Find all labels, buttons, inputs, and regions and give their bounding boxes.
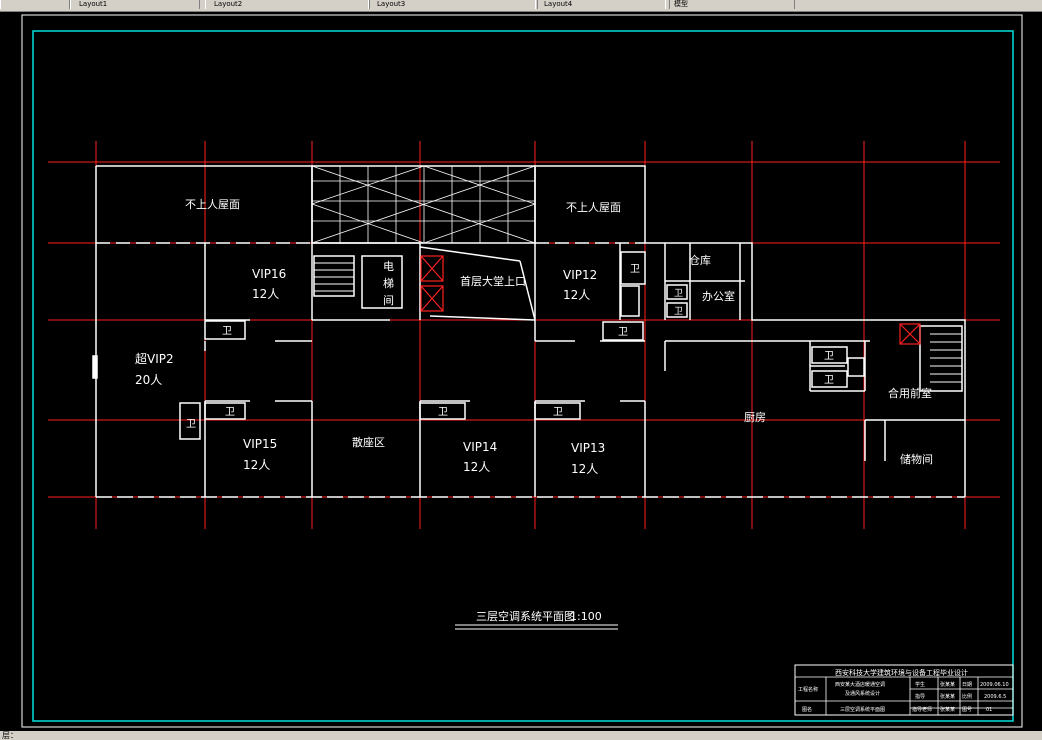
drawing-title: 三层空调系统平面图	[476, 609, 575, 623]
tab-layout-4[interactable]: Layout4	[535, 0, 670, 9]
duct-shafts	[420, 255, 921, 345]
drawing-title-group: 三层空调系统平面图 1:100	[455, 609, 618, 630]
status-text: 层：	[2, 731, 18, 740]
drawing-scale: 1:100	[570, 610, 602, 623]
tb-r3-c3: 图号	[962, 707, 972, 713]
tb-r2-c3: 比例	[962, 693, 972, 700]
tab-model-nav[interactable]	[0, 0, 70, 9]
label-wc: 卫	[222, 326, 232, 337]
label-warehouse: 仓库	[689, 253, 711, 267]
elevator-shaft	[361, 255, 403, 309]
label-lobby-above: 首层大堂上口	[460, 274, 526, 288]
label-vip2: 超VIP2	[135, 351, 174, 366]
tb-drawing-label: 图名	[802, 706, 812, 713]
label-vip15: VIP15	[243, 437, 277, 451]
label-vip14: VIP14	[463, 440, 497, 454]
label-vip12-capacity: 12人	[563, 288, 590, 302]
label-roof-right: 不上人屋面	[566, 201, 621, 214]
tb-r1-c1: 学生	[915, 681, 925, 688]
label-wc: 卫	[438, 407, 448, 418]
title-block: 西安科技大学建筑环境与设备工程毕业设计 工程名称 西安某大酒店暖通空调 及通风系…	[794, 664, 1014, 716]
label-vip15-capacity: 12人	[243, 458, 270, 472]
label-storage: 储物间	[900, 452, 933, 466]
tab-layout-1[interactable]: Layout1	[70, 0, 200, 9]
room-labels: 不上人屋面 不上人屋面 VIP16 12人 VIP12 12人 超VIP2 20…	[135, 198, 933, 476]
lobby-opening-edge	[419, 246, 521, 262]
label-wc: 卫	[824, 375, 834, 386]
window-notch	[92, 355, 98, 379]
tb-r1-c3: 日期	[962, 682, 972, 688]
tb-project-name-2: 及通风系统设计	[845, 690, 880, 697]
tab-label: 模型	[674, 0, 688, 8]
label-vip16-capacity: 12人	[252, 287, 279, 301]
lobby-opening-edge	[519, 260, 536, 321]
label-wc: 卫	[674, 289, 683, 299]
wc-box	[620, 285, 640, 317]
label-roof-left: 不上人屋面	[185, 198, 240, 211]
tb-r2-c1: 指导	[915, 693, 925, 700]
tb-drawing-name: 三层空调系统平面图	[840, 706, 885, 713]
label-vip13-capacity: 12人	[571, 462, 598, 476]
label-wc: 卫	[674, 307, 683, 317]
tb-r3-c2: 张某某	[940, 706, 955, 713]
label-vip16: VIP16	[252, 267, 286, 281]
tb-r1-c4: 2009.06.10	[980, 682, 1009, 688]
tb-r2-c2: 张某某	[940, 693, 955, 700]
tab-label: Layout4	[544, 0, 573, 8]
tb-project-name-1: 西安某大酒店暖通空调	[835, 681, 885, 688]
tab-label: Layout3	[377, 0, 406, 8]
label-wc: 卫	[824, 351, 834, 362]
tb-school: 西安科技大学建筑环境与设备工程毕业设计	[835, 668, 968, 677]
label-wc: 卫	[618, 327, 628, 338]
tab-layout-3[interactable]: Layout3	[368, 0, 538, 9]
tab-model[interactable]: 模型	[665, 0, 795, 9]
label-wc: 卫	[630, 264, 640, 275]
stair-left	[313, 255, 355, 297]
tb-r3-c4: 01	[986, 707, 992, 713]
status-bar: 层：	[0, 731, 1042, 740]
tb-r2-c4: 2009.6.5	[984, 694, 1006, 700]
label-wc: 卫	[225, 407, 235, 418]
label-dining: 散座区	[352, 435, 385, 449]
label-wc: 卫	[553, 407, 563, 418]
tab-label: Layout1	[79, 0, 108, 8]
label-kitchen: 厨房	[744, 411, 766, 424]
tb-r1-c2: 张某某	[940, 681, 955, 688]
cad-canvas[interactable]: 不上人屋面 不上人屋面 VIP16 12人 VIP12 12人 超VIP2 20…	[0, 11, 1042, 731]
tb-project-label: 工程名称	[798, 686, 818, 693]
label-vip2-capacity: 20人	[135, 373, 162, 387]
label-vip13: VIP13	[571, 441, 605, 455]
tb-r3-c1: 指导老师	[912, 706, 932, 713]
tab-layout-2[interactable]: Layout2	[205, 0, 370, 9]
wall	[96, 165, 420, 244]
tab-label: Layout2	[214, 0, 243, 8]
label-shared-front: 合用前室	[888, 386, 932, 400]
wc-box	[847, 357, 865, 377]
label-elevator-3: 间	[383, 294, 394, 307]
label-wc: 卫	[186, 419, 196, 430]
label-vip14-capacity: 12人	[463, 460, 490, 474]
label-elevator-1: 电	[383, 260, 394, 273]
label-office: 办公室	[702, 289, 735, 303]
skylight-hatch	[311, 165, 536, 244]
lobby-opening-edge	[429, 315, 536, 321]
label-vip12: VIP12	[563, 268, 597, 282]
label-elevator-2: 梯	[383, 277, 394, 290]
